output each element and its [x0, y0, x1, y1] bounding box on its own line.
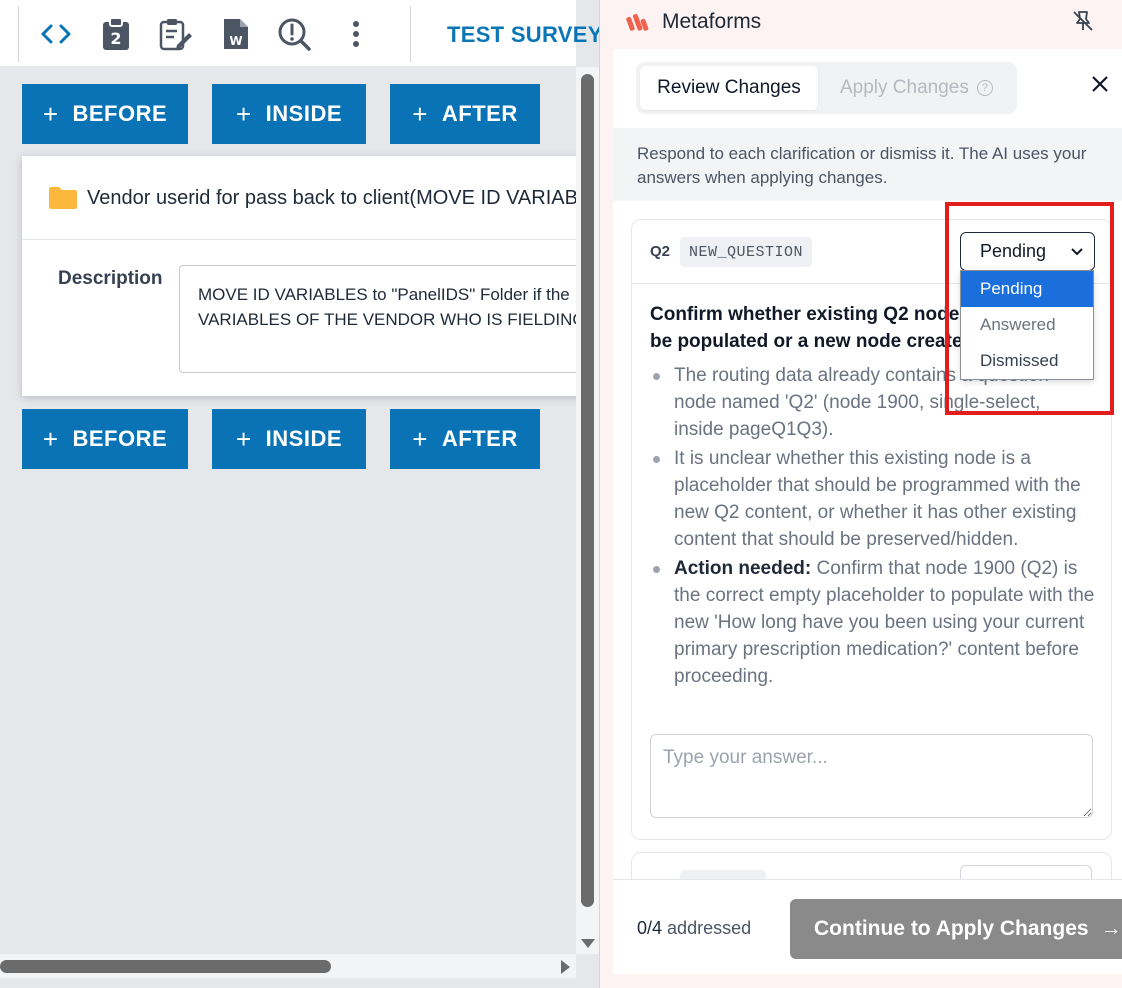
add-after-label: AFTER: [441, 101, 518, 126]
vertical-scrollbar-thumb[interactable]: [581, 74, 594, 907]
list-item: It is unclear whether this existing node…: [650, 445, 1095, 553]
bullet-text: It is unclear whether this existing node…: [674, 448, 1081, 550]
chevron-down-icon: [1071, 248, 1083, 256]
question-id: Q2: [650, 243, 671, 260]
more-vertical-icon[interactable]: [338, 14, 374, 54]
list-item: Action needed: Confirm that node 1900 (Q…: [650, 555, 1095, 690]
brand: Metaforms: [626, 10, 761, 34]
status-option-dismissed[interactable]: Dismissed: [961, 343, 1093, 379]
horizontal-scrollbar-thumb[interactable]: [0, 960, 331, 973]
description-label: Description: [58, 268, 163, 289]
answer-input[interactable]: [650, 734, 1093, 818]
add-inside-button[interactable]: + INSIDE: [212, 409, 366, 469]
arrow-right-icon: →: [1100, 917, 1122, 940]
folder-icon: [48, 186, 78, 215]
status-select-value: Pending: [980, 241, 1047, 261]
toolbar-divider: [410, 6, 411, 62]
close-icon[interactable]: [1091, 75, 1109, 98]
vertical-scrollbar[interactable]: [576, 67, 599, 954]
continue-label: Continue to Apply Changes: [814, 917, 1089, 940]
bullet-bold-label: Action needed:: [674, 558, 812, 579]
brand-name: Metaforms: [662, 10, 762, 33]
description-field[interactable]: MOVE ID VARIABLES to "PanelIDS" Folder i…: [179, 265, 599, 373]
toolbar-divider: [18, 6, 19, 62]
survey-title-tab[interactable]: TEST SURVEY: [447, 22, 599, 48]
add-inside-button[interactable]: + INSIDE: [212, 84, 366, 144]
status-option-pending[interactable]: Pending: [961, 271, 1093, 307]
tab-bar: Review Changes Apply Changes ?: [636, 62, 1017, 114]
add-inside-label: INSIDE: [265, 101, 343, 126]
word-doc-icon[interactable]: W: [218, 14, 254, 54]
search-alert-icon[interactable]: [276, 14, 312, 54]
svg-text:2: 2: [110, 29, 121, 48]
tab-apply-changes-label: Apply Changes: [840, 77, 969, 98]
addressed-counter: 0/4 addressed: [637, 918, 751, 939]
editor-toolbar: 2 W TEST SURVEY: [0, 0, 599, 67]
clipboard-2-icon[interactable]: 2: [98, 14, 134, 54]
clarification-details: The routing data already contains a ques…: [650, 362, 1095, 692]
info-banner: Respond to each clarification or dismiss…: [613, 128, 1122, 201]
plus-icon: +: [235, 424, 252, 454]
add-after-label: AFTER: [441, 426, 518, 451]
node-title: Vendor userid for pass back to client(MO…: [87, 187, 600, 209]
add-after-button[interactable]: + AFTER: [390, 409, 540, 469]
tab-review-changes[interactable]: Review Changes: [640, 66, 818, 110]
metaforms-logo-icon: [626, 14, 649, 31]
plus-icon: +: [412, 424, 428, 454]
add-inside-label: INSIDE: [265, 426, 343, 451]
scroll-down-arrow-icon[interactable]: [581, 939, 595, 948]
clarification-title: Confirm whether existing Q2 node be popu…: [650, 301, 970, 355]
add-before-button[interactable]: + BEFORE: [22, 84, 188, 144]
edit-clipboard-icon[interactable]: [158, 14, 194, 54]
code-icon[interactable]: [38, 14, 74, 54]
plus-icon: +: [42, 99, 59, 129]
add-before-button[interactable]: + BEFORE: [22, 409, 188, 469]
question-type-badge: NEW_QUESTION: [680, 237, 813, 267]
add-before-label: BEFORE: [72, 101, 168, 126]
tab-apply-changes[interactable]: Apply Changes ?: [840, 66, 1010, 110]
description-line: MOVE ID VARIABLES to "PanelIDS" Folder i…: [198, 285, 570, 304]
continue-to-apply-button[interactable]: Continue to Apply Changes →: [790, 899, 1122, 959]
status-select[interactable]: Pending: [960, 232, 1095, 271]
status-option-answered[interactable]: Answered: [961, 307, 1093, 343]
scroll-right-arrow-icon[interactable]: [561, 960, 570, 974]
survey-editor-pane: 2 W TEST SURVEY + BEFORE + INSIDE + AFTER V…: [0, 0, 600, 988]
addressed-count: 0/4: [637, 918, 663, 938]
add-before-label: BEFORE: [72, 426, 168, 451]
panel-footer: 0/4 addressed Continue to Apply Changes …: [613, 879, 1122, 974]
add-after-button[interactable]: + AFTER: [390, 84, 540, 144]
review-panel: Review Changes Apply Changes ? Respond t…: [613, 49, 1122, 974]
unpin-icon[interactable]: [1072, 10, 1094, 37]
svg-text:W: W: [229, 34, 242, 48]
metaforms-side-panel: Metaforms Review Changes Apply Changes ?…: [600, 0, 1122, 988]
description-line: VARIABLES OF THE VENDOR WHO IS FIELDING …: [198, 310, 596, 329]
addressed-label: addressed: [667, 918, 752, 938]
status-dropdown-list: Pending Answered Dismissed: [960, 270, 1094, 380]
clarification-title-line: be populated or a new node create: [650, 331, 963, 352]
plus-icon: +: [235, 99, 252, 129]
horizontal-scrollbar[interactable]: [0, 954, 576, 978]
clarification-title-line: Confirm whether existing Q2 node: [650, 304, 960, 325]
plus-icon: +: [412, 99, 428, 129]
plus-icon: +: [42, 424, 59, 454]
help-icon: ?: [976, 80, 993, 96]
node-card-header[interactable]: Vendor userid for pass back to client(MO…: [22, 156, 599, 240]
node-card: Vendor userid for pass back to client(MO…: [22, 156, 599, 396]
